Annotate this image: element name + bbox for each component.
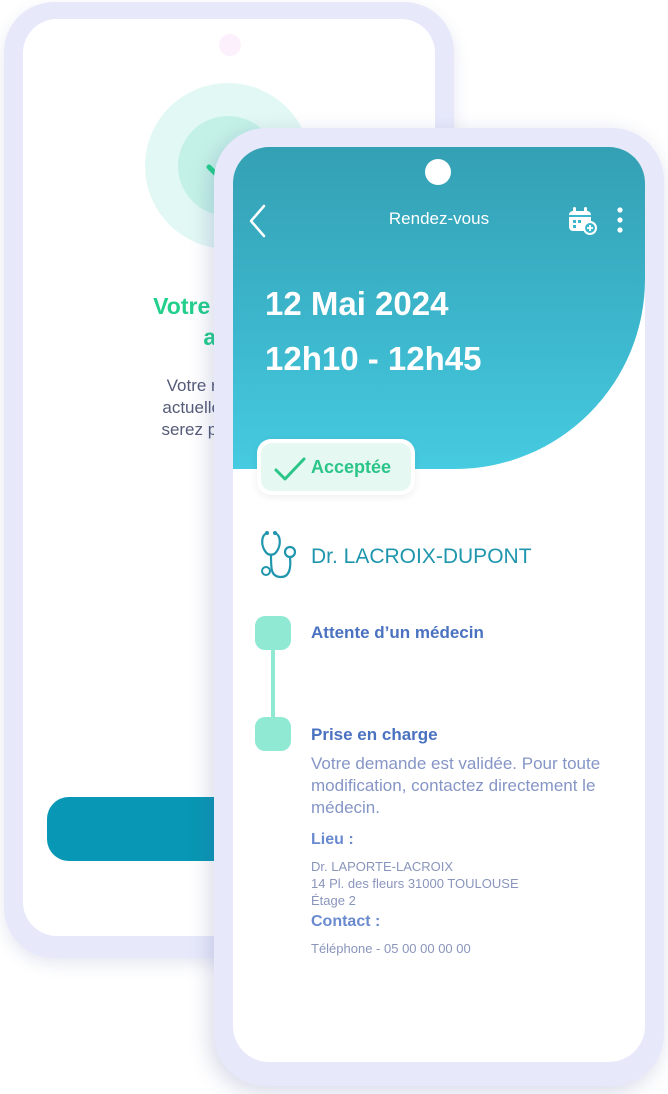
more-vertical-icon[interactable] bbox=[615, 205, 625, 235]
appointment-date: 12 Mai 2024 bbox=[265, 285, 449, 322]
location-line: Étage 2 bbox=[311, 893, 356, 908]
contact-phone[interactable]: Téléphone - 05 00 00 00 00 bbox=[311, 941, 471, 956]
location-line: Dr. LAPORTE-LACROIX bbox=[311, 859, 454, 874]
location-line: 14 Pl. des fleurs 31000 TOULOUSE bbox=[311, 876, 519, 891]
step-title-waiting: Attente d’un médecin bbox=[311, 623, 484, 642]
contact-label: Contact : bbox=[311, 913, 381, 930]
camera-notch bbox=[425, 159, 451, 185]
check-icon bbox=[274, 457, 306, 481]
appointment-screen: Rendez-vous 12 Mai 2024 12h10 - 12h45 Ac… bbox=[233, 147, 645, 1062]
doctor-name: Dr. LACROIX-DUPONT bbox=[311, 545, 532, 568]
step-connector bbox=[271, 650, 275, 717]
status-label: Acceptée bbox=[311, 457, 392, 477]
location-label: Lieu : bbox=[311, 831, 354, 848]
appointment-header: Rendez-vous 12 Mai 2024 12h10 - 12h45 bbox=[233, 147, 645, 469]
camera-notch bbox=[219, 34, 241, 56]
foreground-phone: Rendez-vous 12 Mai 2024 12h10 - 12h45 Ac… bbox=[214, 128, 664, 1086]
step-description: Votre demande est validée. Pour toute mo… bbox=[311, 754, 601, 817]
calendar-add-icon[interactable] bbox=[567, 205, 597, 235]
status-badge: Acceptée bbox=[257, 439, 415, 495]
appointment-time: 12h10 - 12h45 bbox=[265, 340, 482, 377]
step-indicator bbox=[255, 616, 291, 650]
status-badge-body: Acceptée bbox=[261, 443, 411, 491]
step-indicator bbox=[255, 717, 291, 751]
step-title-care: Prise en charge bbox=[311, 725, 438, 744]
stethoscope-icon bbox=[261, 531, 297, 579]
